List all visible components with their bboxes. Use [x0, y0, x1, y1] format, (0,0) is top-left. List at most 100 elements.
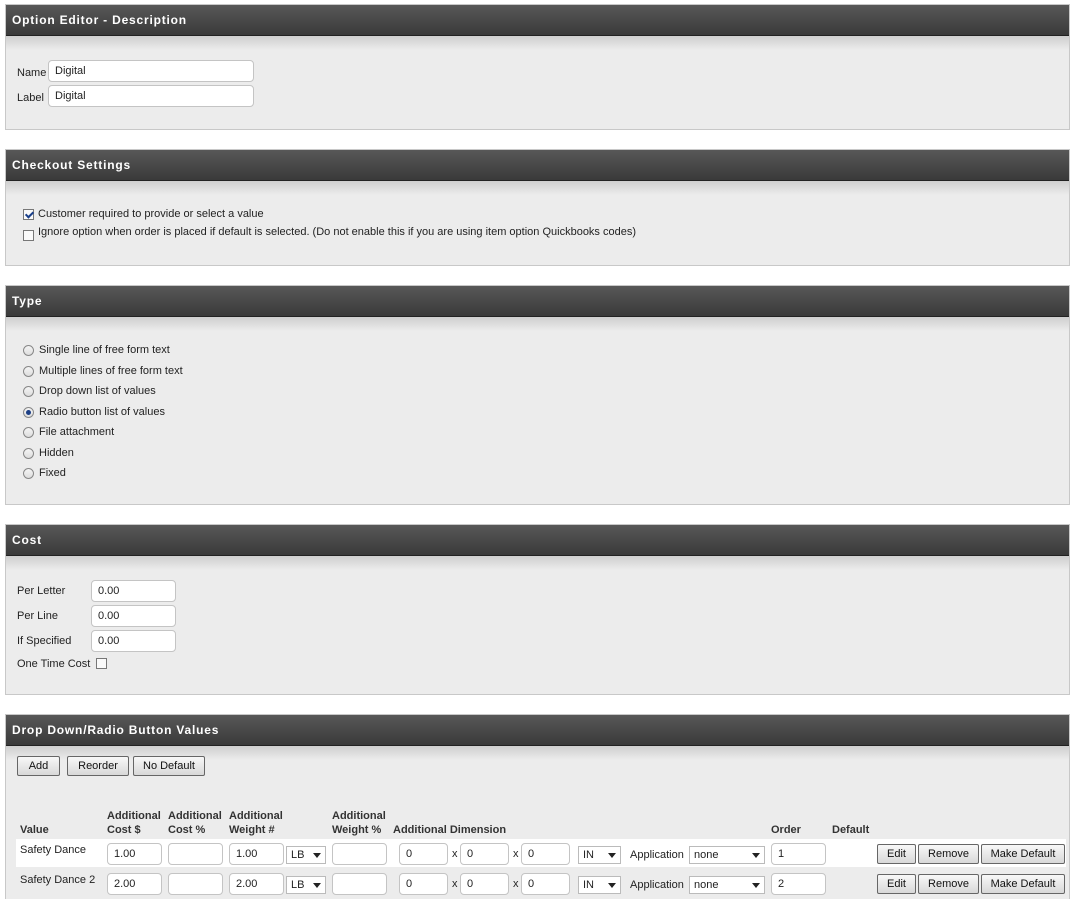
panel-shadow [6, 181, 1069, 195]
row-dim3-input[interactable] [521, 843, 570, 865]
row-cost-pct-input[interactable] [168, 873, 223, 895]
description-panel: Option Editor - Description Name Label [5, 4, 1070, 130]
row-dim-unit-value: IN [583, 879, 594, 891]
row-cost-input[interactable] [107, 873, 162, 895]
row-weight-pct-input[interactable] [332, 843, 387, 865]
type-label-fixed: Fixed [39, 467, 66, 479]
chevron-down-icon [313, 883, 321, 888]
type-panel-title: Type [12, 294, 43, 308]
type-radio-multiple-lines[interactable] [23, 366, 34, 377]
header-add-weight-2: Weight # [229, 824, 275, 836]
ignore-label: Ignore option when order is placed if de… [38, 226, 637, 238]
type-radio-drop-down[interactable] [23, 386, 34, 397]
row-weight-unit-value: LB [291, 879, 305, 891]
row-value-label: Safety Dance 2 [20, 874, 96, 886]
row-remove-button[interactable]: Remove [918, 844, 979, 864]
row-application-value: none [694, 879, 719, 891]
header-add-cost-1: Additional [107, 810, 161, 822]
row-remove-button[interactable]: Remove [918, 874, 979, 894]
row-dim3-input[interactable] [521, 873, 570, 895]
row-dim-unit-select[interactable]: IN [578, 846, 621, 864]
type-panel-header: Type [6, 286, 1069, 317]
row-weight-unit-select[interactable]: LB [286, 846, 326, 864]
row-dim2-input[interactable] [460, 843, 509, 865]
type-label-file-attachment: File attachment [39, 426, 115, 438]
name-input[interactable] [48, 60, 254, 82]
values-panel-header: Drop Down/Radio Button Values [6, 715, 1069, 746]
header-add-weight-pct-2: Weight % [332, 824, 382, 836]
cost-panel-title: Cost [12, 533, 42, 547]
header-add-weight-pct-1: Additional [332, 810, 386, 822]
application-label: Application [630, 879, 684, 891]
row-application-value: none [694, 849, 719, 861]
checkout-panel: Checkout Settings Customer required to p… [5, 149, 1070, 266]
header-default: Default [832, 824, 870, 836]
add-button[interactable]: Add [17, 756, 60, 776]
chevron-down-icon [313, 853, 321, 858]
chevron-down-icon [608, 883, 616, 888]
one-time-cost-checkbox[interactable] [96, 658, 107, 669]
per-line-input[interactable] [91, 605, 176, 627]
cost-panel-header: Cost [6, 525, 1069, 556]
application-label: Application [630, 849, 684, 861]
row-weight-unit-select[interactable]: LB [286, 876, 326, 894]
row-weight-input[interactable] [229, 873, 284, 895]
per-line-label: Per Line [17, 610, 58, 622]
if-specified-label: If Specified [17, 635, 72, 647]
row-application-select[interactable]: none [689, 876, 765, 894]
cost-panel: Cost Per Letter Per Line If Specified On… [5, 524, 1070, 695]
header-add-weight-1: Additional [229, 810, 283, 822]
type-panel: Type Single line of free form text Multi… [5, 285, 1070, 505]
row-cost-pct-input[interactable] [168, 843, 223, 865]
chevron-down-icon [752, 883, 760, 888]
header-add-cost-2: Cost $ [107, 824, 141, 836]
panel-shadow [6, 36, 1069, 50]
no-default-button[interactable]: No Default [133, 756, 205, 776]
type-radio-single-line[interactable] [23, 345, 34, 356]
description-panel-header: Option Editor - Description [6, 5, 1069, 36]
chevron-down-icon [752, 853, 760, 858]
type-radio-fixed[interactable] [23, 468, 34, 479]
dim-separator: x [513, 848, 519, 860]
panel-shadow [6, 317, 1069, 331]
type-label-single-line: Single line of free form text [39, 344, 170, 356]
ignore-checkbox[interactable] [23, 230, 34, 241]
name-label: Name [17, 67, 47, 79]
row-dim1-input[interactable] [399, 873, 448, 895]
per-letter-input[interactable] [91, 580, 176, 602]
type-label-hidden: Hidden [39, 447, 74, 459]
row-order-input[interactable] [771, 843, 826, 865]
required-label: Customer required to provide or select a… [38, 208, 264, 220]
row-dim-unit-select[interactable]: IN [578, 876, 621, 894]
row-dim1-input[interactable] [399, 843, 448, 865]
row-weight-pct-input[interactable] [332, 873, 387, 895]
label-input[interactable] [48, 85, 254, 107]
dim-separator: x [513, 878, 519, 890]
row-cost-input[interactable] [107, 843, 162, 865]
row-application-select[interactable]: none [689, 846, 765, 864]
type-radio-hidden[interactable] [23, 448, 34, 459]
label-label: Label [17, 92, 44, 104]
row-edit-button[interactable]: Edit [877, 874, 916, 894]
values-panel: Drop Down/Radio Button Values Add Reorde… [5, 714, 1070, 899]
row-edit-button[interactable]: Edit [877, 844, 916, 864]
row-make-default-button[interactable]: Make Default [981, 844, 1065, 864]
dim-separator: x [452, 878, 458, 890]
chevron-down-icon [608, 853, 616, 858]
row-make-default-button[interactable]: Make Default [981, 874, 1065, 894]
checkout-panel-title: Checkout Settings [12, 158, 131, 172]
type-label-multiple-lines: Multiple lines of free form text [39, 365, 183, 377]
description-panel-title: Option Editor - Description [12, 13, 187, 27]
if-specified-input[interactable] [91, 630, 176, 652]
row-order-input[interactable] [771, 873, 826, 895]
row-dim-unit-value: IN [583, 849, 594, 861]
type-label-radio-button: Radio button list of values [39, 406, 165, 418]
reorder-button[interactable]: Reorder [67, 756, 129, 776]
header-value: Value [20, 824, 49, 836]
type-radio-radio-button[interactable] [23, 407, 34, 418]
type-radio-file-attachment[interactable] [23, 427, 34, 438]
checkout-panel-header: Checkout Settings [6, 150, 1069, 181]
row-dim2-input[interactable] [460, 873, 509, 895]
row-weight-input[interactable] [229, 843, 284, 865]
required-checkbox[interactable] [23, 209, 34, 220]
